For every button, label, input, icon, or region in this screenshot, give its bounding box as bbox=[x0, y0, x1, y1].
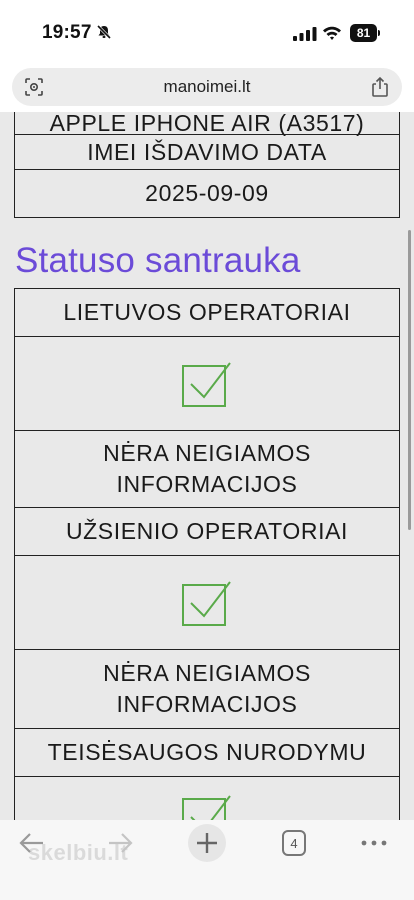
tabs-button[interactable]: 4 bbox=[282, 830, 306, 856]
lithuanian-operators-check-cell bbox=[15, 337, 399, 431]
imei-issue-date-value: 2025-09-09 bbox=[145, 180, 269, 206]
checkbox-checked-icon bbox=[182, 795, 231, 820]
device-model-cell: APPLE IPHONE AIR (A3517) bbox=[15, 112, 399, 135]
lithuanian-operators-header: LIETUVOS OPERATORIAI bbox=[15, 289, 399, 337]
lithuanian-operators-label: LIETUVOS OPERATORIAI bbox=[63, 299, 351, 325]
foreign-operators-label: UŽSIENIO OPERATORIAI bbox=[65, 518, 349, 544]
battery-nub bbox=[378, 30, 380, 36]
device-model: APPLE IPHONE AIR (A3517) bbox=[49, 112, 365, 136]
wifi-icon bbox=[323, 26, 341, 40]
status-time: 19:57 bbox=[42, 22, 92, 43]
address-bar[interactable]: manoimei.lt bbox=[12, 68, 402, 106]
share-icon[interactable] bbox=[370, 76, 390, 98]
scrollbar[interactable] bbox=[408, 230, 411, 530]
new-tab-button[interactable] bbox=[188, 824, 226, 862]
status-summary-table: LIETUVOS OPERATORIAI NĖRA NEIGIAMOS INFO… bbox=[14, 288, 400, 820]
imei-issue-date-label-cell: IMEI IŠDAVIMO DATA bbox=[15, 135, 399, 170]
imei-issue-date-value-cell: 2025-09-09 bbox=[15, 170, 399, 218]
more-options-icon[interactable] bbox=[360, 828, 388, 858]
lithuanian-operators-result: NĖRA NEIGIAMOS INFORMACIJOS bbox=[103, 440, 311, 497]
section-title: Statuso santrauka bbox=[15, 241, 301, 280]
back-arrow-icon[interactable] bbox=[18, 828, 46, 858]
url-text[interactable]: manoimei.lt bbox=[12, 77, 402, 97]
foreign-operators-check-cell bbox=[15, 556, 399, 650]
cellular-signal-icon bbox=[293, 27, 317, 41]
battery-level: 81 bbox=[350, 24, 377, 42]
plus-icon bbox=[197, 833, 217, 853]
forward-arrow-icon[interactable] bbox=[106, 828, 134, 858]
lithuanian-operators-result-cell: NĖRA NEIGIAMOS INFORMACIJOS bbox=[15, 431, 399, 508]
law-enforcement-header: TEISĖSAUGOS NURODYMU bbox=[15, 729, 399, 777]
bell-muted-icon bbox=[96, 24, 112, 40]
foreign-operators-header: UŽSIENIO OPERATORIAI bbox=[15, 508, 399, 556]
checkbox-checked-icon bbox=[182, 580, 231, 626]
checkbox-checked-icon bbox=[182, 361, 231, 407]
device-info-table: APPLE IPHONE AIR (A3517) IMEI IŠDAVIMO D… bbox=[14, 112, 400, 218]
foreign-operators-result-cell: NĖRA NEIGIAMOS INFORMACIJOS bbox=[15, 650, 399, 729]
page-content: APPLE IPHONE AIR (A3517) IMEI IŠDAVIMO D… bbox=[0, 112, 414, 820]
status-bar: 19:57 81 bbox=[0, 0, 414, 62]
battery-icon: 81 bbox=[350, 24, 380, 42]
law-enforcement-label: TEISĖSAUGOS NURODYMU bbox=[47, 739, 367, 765]
imei-issue-date-label: IMEI IŠDAVIMO DATA bbox=[87, 138, 327, 165]
law-enforcement-check-cell bbox=[15, 777, 399, 820]
foreign-operators-result: NĖRA NEIGIAMOS INFORMACIJOS bbox=[103, 660, 311, 717]
browser-toolbar: skelbiu.lt 4 bbox=[0, 820, 414, 900]
